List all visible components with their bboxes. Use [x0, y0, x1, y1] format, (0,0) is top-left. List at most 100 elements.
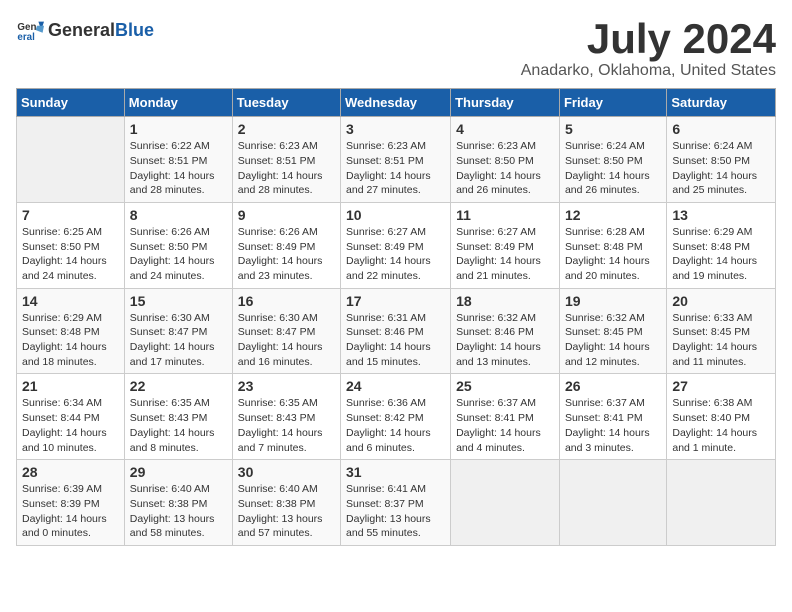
calendar-cell: 31Sunrise: 6:41 AM Sunset: 8:37 PM Dayli…	[341, 460, 451, 546]
week-row-1: 1Sunrise: 6:22 AM Sunset: 8:51 PM Daylig…	[17, 117, 776, 203]
calendar-cell: 5 Sunrise: 6:24 AM Sunset: 8:50 PM Daylig…	[559, 117, 666, 203]
day-detail: Sunrise: 6:35 AM Sunset: 8:43 PM Dayligh…	[238, 396, 335, 455]
calendar-cell: 11Sunrise: 6:27 AM Sunset: 8:49 PM Dayli…	[451, 202, 560, 288]
day-number: 22	[130, 378, 227, 394]
calendar-cell: 26 Sunrise: 6:37 AM Sunset: 8:41 PM Dayli…	[559, 374, 666, 460]
calendar-cell	[451, 460, 560, 546]
logo-general: GeneralBlue	[48, 20, 154, 41]
day-number: 24	[346, 378, 445, 394]
day-detail: Sunrise: 6:26 AM Sunset: 8:49 PM Dayligh…	[238, 225, 335, 284]
day-number: 27	[672, 378, 770, 394]
day-detail: Sunrise: 6:36 AM Sunset: 8:42 PM Dayligh…	[346, 396, 445, 455]
day-number: 26	[565, 378, 661, 394]
day-detail: Sunrise: 6:37 AM Sunset: 8:41 PM Dayligh…	[565, 396, 661, 455]
calendar-cell: 30 Sunrise: 6:40 AM Sunset: 8:38 PM Dayli…	[232, 460, 340, 546]
day-number: 13	[672, 207, 770, 223]
week-row-3: 14Sunrise: 6:29 AM Sunset: 8:48 PM Dayli…	[17, 288, 776, 374]
calendar-cell: 3 Sunrise: 6:23 AM Sunset: 8:51 PM Daylig…	[341, 117, 451, 203]
calendar-cell: 8Sunrise: 6:26 AM Sunset: 8:50 PM Daylig…	[124, 202, 232, 288]
day-number: 12	[565, 207, 661, 223]
day-number: 15	[130, 293, 227, 309]
calendar-cell: 25 Sunrise: 6:37 AM Sunset: 8:41 PM Dayli…	[451, 374, 560, 460]
day-number: 6	[672, 121, 770, 137]
day-detail: Sunrise: 6:28 AM Sunset: 8:48 PM Dayligh…	[565, 225, 661, 284]
calendar-cell: 10 Sunrise: 6:27 AM Sunset: 8:49 PM Dayli…	[341, 202, 451, 288]
page-header: Gen eral GeneralBlue July 2024 Anadarko,…	[16, 16, 776, 80]
calendar-cell: 2 Sunrise: 6:23 AM Sunset: 8:51 PM Daylig…	[232, 117, 340, 203]
day-number: 10	[346, 207, 445, 223]
day-number: 23	[238, 378, 335, 394]
day-detail: Sunrise: 6:33 AM Sunset: 8:45 PM Dayligh…	[672, 311, 770, 370]
title-area: July 2024 Anadarko, Oklahoma, United Sta…	[521, 16, 776, 80]
day-number: 18	[456, 293, 554, 309]
day-number: 29	[130, 464, 227, 480]
calendar-title: July 2024	[521, 16, 776, 62]
day-detail: Sunrise: 6:31 AM Sunset: 8:46 PM Dayligh…	[346, 311, 445, 370]
day-detail: Sunrise: 6:25 AM Sunset: 8:50 PM Dayligh…	[22, 225, 119, 284]
day-header-tuesday: Tuesday	[232, 89, 340, 117]
day-detail: Sunrise: 6:40 AM Sunset: 8:38 PM Dayligh…	[130, 482, 227, 541]
day-header-friday: Friday	[559, 89, 666, 117]
calendar-cell: 29 Sunrise: 6:40 AM Sunset: 8:38 PM Dayli…	[124, 460, 232, 546]
day-number: 16	[238, 293, 335, 309]
day-detail: Sunrise: 6:24 AM Sunset: 8:50 PM Dayligh…	[565, 139, 661, 198]
day-header-sunday: Sunday	[17, 89, 125, 117]
calendar-cell: 18Sunrise: 6:32 AM Sunset: 8:46 PM Dayli…	[451, 288, 560, 374]
day-detail: Sunrise: 6:39 AM Sunset: 8:39 PM Dayligh…	[22, 482, 119, 541]
calendar-cell: 12 Sunrise: 6:28 AM Sunset: 8:48 PM Dayli…	[559, 202, 666, 288]
day-detail: Sunrise: 6:29 AM Sunset: 8:48 PM Dayligh…	[672, 225, 770, 284]
day-number: 21	[22, 378, 119, 394]
day-detail: Sunrise: 6:37 AM Sunset: 8:41 PM Dayligh…	[456, 396, 554, 455]
calendar-cell	[667, 460, 776, 546]
day-number: 9	[238, 207, 335, 223]
day-detail: Sunrise: 6:32 AM Sunset: 8:45 PM Dayligh…	[565, 311, 661, 370]
day-number: 17	[346, 293, 445, 309]
svg-text:eral: eral	[17, 32, 35, 43]
day-number: 3	[346, 121, 445, 137]
day-number: 2	[238, 121, 335, 137]
day-number: 28	[22, 464, 119, 480]
week-row-2: 7Sunrise: 6:25 AM Sunset: 8:50 PM Daylig…	[17, 202, 776, 288]
day-detail: Sunrise: 6:30 AM Sunset: 8:47 PM Dayligh…	[238, 311, 335, 370]
day-detail: Sunrise: 6:35 AM Sunset: 8:43 PM Dayligh…	[130, 396, 227, 455]
day-number: 5	[565, 121, 661, 137]
calendar-cell: 9 Sunrise: 6:26 AM Sunset: 8:49 PM Daylig…	[232, 202, 340, 288]
day-detail: Sunrise: 6:41 AM Sunset: 8:37 PM Dayligh…	[346, 482, 445, 541]
calendar-cell: 28 Sunrise: 6:39 AM Sunset: 8:39 PM Dayli…	[17, 460, 125, 546]
calendar-cell: 27 Sunrise: 6:38 AM Sunset: 8:40 PM Dayli…	[667, 374, 776, 460]
day-number: 30	[238, 464, 335, 480]
calendar-cell	[559, 460, 666, 546]
day-detail: Sunrise: 6:27 AM Sunset: 8:49 PM Dayligh…	[346, 225, 445, 284]
logo: Gen eral GeneralBlue	[16, 16, 154, 44]
calendar-cell: 7Sunrise: 6:25 AM Sunset: 8:50 PM Daylig…	[17, 202, 125, 288]
day-header-saturday: Saturday	[667, 89, 776, 117]
day-detail: Sunrise: 6:23 AM Sunset: 8:51 PM Dayligh…	[346, 139, 445, 198]
day-detail: Sunrise: 6:27 AM Sunset: 8:49 PM Dayligh…	[456, 225, 554, 284]
day-header-thursday: Thursday	[451, 89, 560, 117]
day-detail: Sunrise: 6:23 AM Sunset: 8:51 PM Dayligh…	[238, 139, 335, 198]
calendar-cell	[17, 117, 125, 203]
day-detail: Sunrise: 6:38 AM Sunset: 8:40 PM Dayligh…	[672, 396, 770, 455]
calendar-cell: 17 Sunrise: 6:31 AM Sunset: 8:46 PM Dayli…	[341, 288, 451, 374]
day-detail: Sunrise: 6:40 AM Sunset: 8:38 PM Dayligh…	[238, 482, 335, 541]
calendar-subtitle: Anadarko, Oklahoma, United States	[521, 62, 776, 80]
calendar-cell: 21 Sunrise: 6:34 AM Sunset: 8:44 PM Dayli…	[17, 374, 125, 460]
day-number: 25	[456, 378, 554, 394]
day-detail: Sunrise: 6:24 AM Sunset: 8:50 PM Dayligh…	[672, 139, 770, 198]
calendar-cell: 19 Sunrise: 6:32 AM Sunset: 8:45 PM Dayli…	[559, 288, 666, 374]
day-detail: Sunrise: 6:23 AM Sunset: 8:50 PM Dayligh…	[456, 139, 554, 198]
calendar-cell: 16 Sunrise: 6:30 AM Sunset: 8:47 PM Dayli…	[232, 288, 340, 374]
day-header-monday: Monday	[124, 89, 232, 117]
day-detail: Sunrise: 6:29 AM Sunset: 8:48 PM Dayligh…	[22, 311, 119, 370]
calendar-cell: 4Sunrise: 6:23 AM Sunset: 8:50 PM Daylig…	[451, 117, 560, 203]
header-row: SundayMondayTuesdayWednesdayThursdayFrid…	[17, 89, 776, 117]
calendar-cell: 13 Sunrise: 6:29 AM Sunset: 8:48 PM Dayli…	[667, 202, 776, 288]
week-row-5: 28 Sunrise: 6:39 AM Sunset: 8:39 PM Dayli…	[17, 460, 776, 546]
calendar-table: SundayMondayTuesdayWednesdayThursdayFrid…	[16, 88, 776, 546]
calendar-cell: 24 Sunrise: 6:36 AM Sunset: 8:42 PM Dayli…	[341, 374, 451, 460]
day-detail: Sunrise: 6:30 AM Sunset: 8:47 PM Dayligh…	[130, 311, 227, 370]
day-number: 19	[565, 293, 661, 309]
day-number: 20	[672, 293, 770, 309]
day-number: 8	[130, 207, 227, 223]
day-detail: Sunrise: 6:34 AM Sunset: 8:44 PM Dayligh…	[22, 396, 119, 455]
